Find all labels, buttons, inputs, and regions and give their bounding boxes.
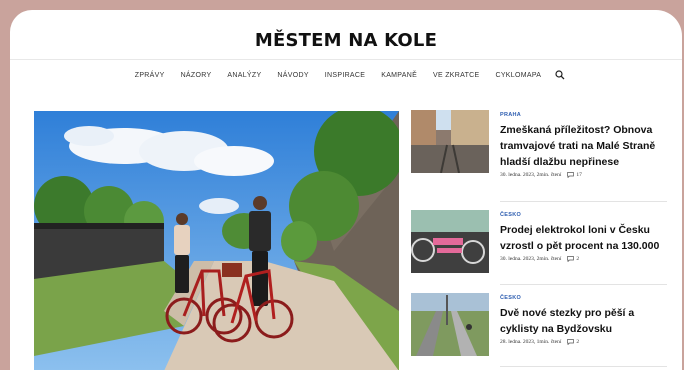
comment-count[interactable]: 2 [576,256,579,262]
comment-count[interactable]: 17 [576,172,582,178]
nav-item-inspirace[interactable]: INSPIRACE [325,72,365,79]
main-nav: ZPRÁVY NÁZORY ANALÝZY NÁVODY INSPIRACE K… [10,68,682,82]
article-divider [500,366,667,367]
article-category[interactable]: PRAHA [500,112,670,118]
header-divider [10,59,682,60]
article-date: 30. ledna. 2023, 2min. čtení [500,172,562,178]
article-divider [500,201,667,202]
article-date: 28. ledna. 2023, 1min. čtení [500,339,562,345]
article-card-3[interactable]: ČESKO Dvě nové stezky pro pěší a cyklist… [411,293,667,359]
comment-count[interactable]: 2 [576,339,579,345]
nav-item-analyzy[interactable]: ANALÝZY [227,72,261,79]
nav-item-nazory[interactable]: NÁZORY [181,72,212,79]
article-title[interactable]: Prodej elektrokol loni v Česku vzrostl o… [500,222,670,254]
nav-item-navody[interactable]: NÁVODY [277,72,308,79]
article-thumbnail-path[interactable] [411,293,489,356]
comment-icon [567,339,575,346]
browser-window: MĚSTEM NA KOLE ZPRÁVY NÁZORY ANALÝZY NÁV… [10,10,682,370]
article-title[interactable]: Dvě nové stezky pro pěší a cyklisty na B… [500,305,670,337]
article-category[interactable]: ČESKO [500,295,670,301]
comment-icon [567,256,575,263]
article-card-1[interactable]: PRAHA Zmeškaná příležitost? Obnova tramv… [411,110,670,179]
article-category[interactable]: ČESKO [500,212,670,218]
nav-item-cyklomapa[interactable]: CYKLOMAPA [495,72,541,79]
article-card-2[interactable]: ČESKO Prodej elektrokol loni v Česku vzr… [411,210,667,276]
comment-icon [567,172,575,179]
nav-item-ve-zkratce[interactable]: VE ZKRATCE [433,72,479,79]
site-logo[interactable]: MĚSTEM NA KOLE [10,30,682,51]
article-divider [500,284,667,285]
article-thumbnail-tram[interactable] [411,110,489,173]
article-date: 30. ledna. 2023, 2min. čtení [500,256,562,262]
nav-item-zpravy[interactable]: ZPRÁVY [135,72,165,79]
article-thumbnail-ebikes[interactable] [411,210,489,273]
search-icon[interactable] [555,70,565,80]
nav-item-kampane[interactable]: KAMPANĚ [381,72,417,79]
article-title[interactable]: Zmeškaná příležitost? Obnova tramvajové … [500,122,670,170]
hero-image[interactable] [34,111,399,370]
